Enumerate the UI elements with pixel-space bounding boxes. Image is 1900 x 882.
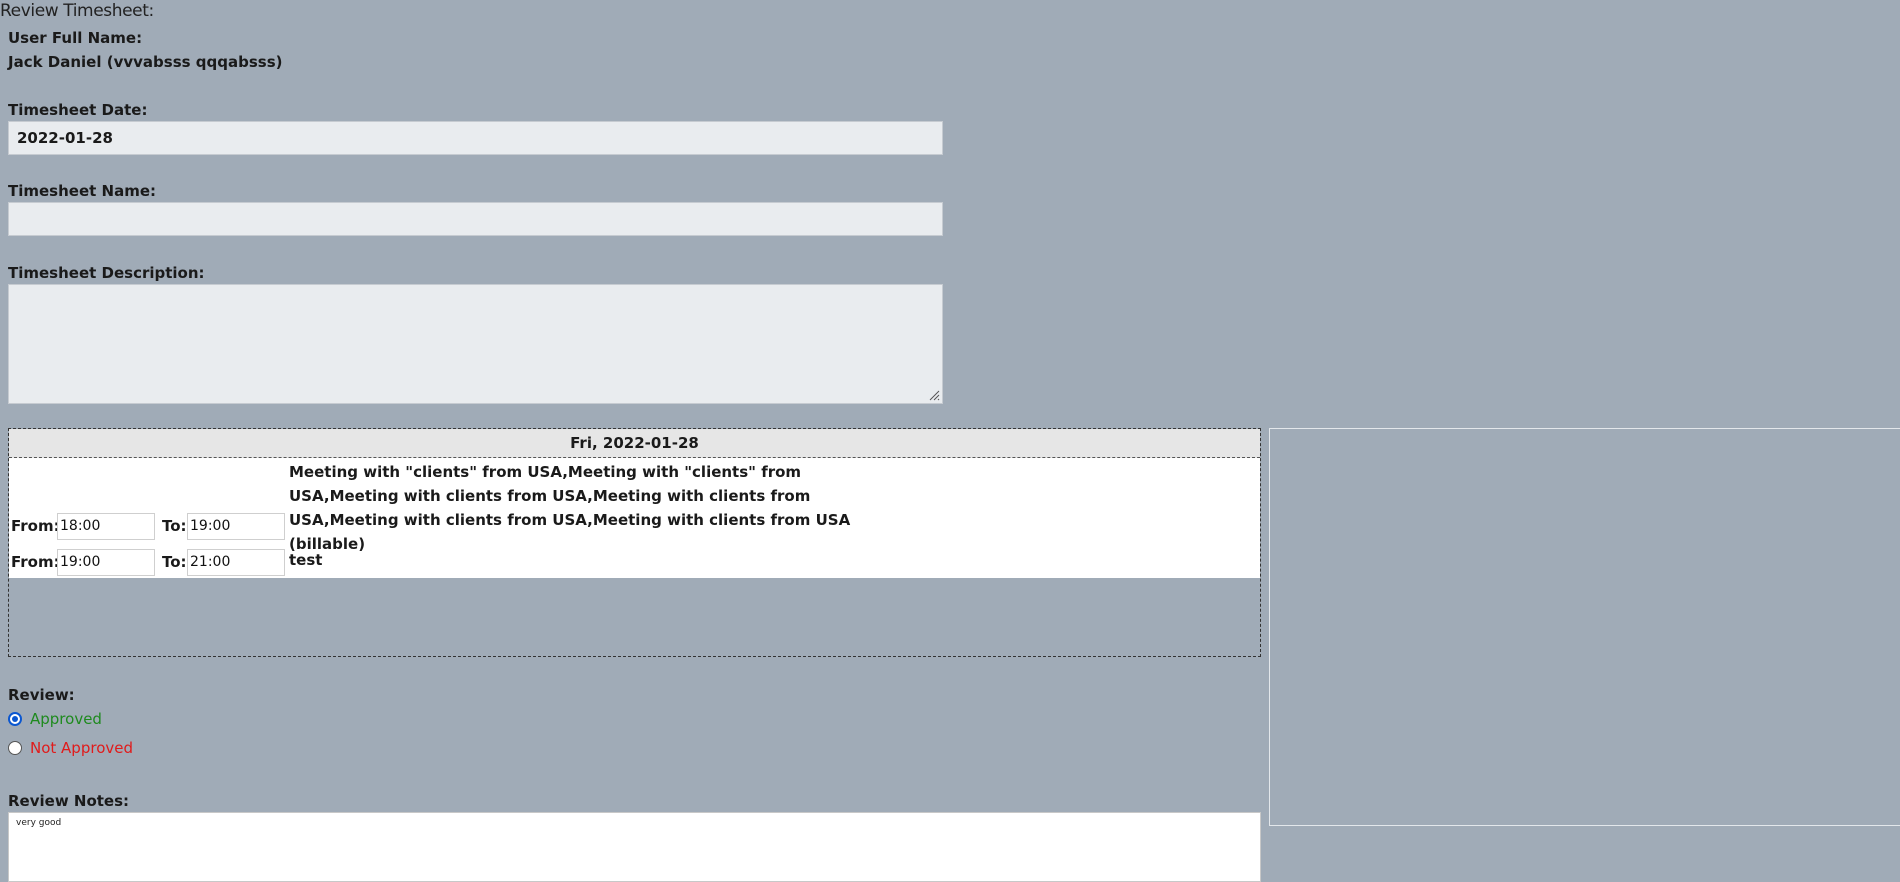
from-label: From:	[11, 517, 60, 535]
day-entries: From: 18:00 To: 19:00 Meeting with "clie…	[9, 458, 1260, 578]
radio-approved[interactable]: Approved	[8, 709, 102, 729]
review-notes-label: Review Notes:	[8, 792, 130, 810]
review-notes-field[interactable]: very good	[8, 812, 1261, 882]
entry-description: test	[289, 551, 323, 569]
to-label: To:	[162, 517, 187, 535]
timesheet-name-label: Timesheet Name:	[8, 182, 157, 200]
day-panel: Fri, 2022-01-28 From: 18:00 To: 19:00 Me…	[8, 428, 1261, 657]
timesheet-description-label: Timesheet Description:	[8, 264, 205, 282]
timesheet-date-label: Timesheet Date:	[8, 101, 148, 119]
from-time-field[interactable]: 19:00	[57, 549, 155, 576]
resize-grip-icon[interactable]	[928, 389, 940, 401]
review-label: Review:	[8, 686, 75, 704]
to-label: To:	[162, 553, 187, 571]
entry-row: From: 18:00 To: 19:00 Meeting with "clie…	[9, 458, 1260, 553]
side-panel	[1269, 428, 1900, 826]
to-time-field[interactable]: 21:00	[187, 549, 285, 576]
timesheet-description-field[interactable]	[8, 284, 943, 404]
page-title: Review Timesheet:	[0, 1, 154, 21]
from-label: From:	[11, 553, 60, 571]
entry-description: Meeting with "clients" from USA,Meeting …	[289, 463, 851, 553]
user-full-name-value: Jack Daniel (vvvabsss qqqabsss)	[8, 53, 283, 71]
radio-approved-label[interactable]: Approved	[30, 710, 102, 728]
user-full-name-label: User Full Name:	[8, 29, 143, 47]
timesheet-name-field[interactable]	[8, 202, 943, 236]
entry-row: From: 19:00 To: 21:00 test	[9, 546, 1260, 578]
radio-not-approved-button[interactable]	[8, 741, 22, 755]
day-header: Fri, 2022-01-28	[9, 429, 1260, 458]
radio-not-approved[interactable]: Not Approved	[8, 738, 133, 758]
from-time-field[interactable]: 18:00	[57, 513, 155, 540]
to-time-field[interactable]: 19:00	[187, 513, 285, 540]
radio-not-approved-label[interactable]: Not Approved	[30, 739, 133, 757]
radio-approved-button[interactable]	[8, 712, 22, 726]
timesheet-date-field[interactable]	[8, 121, 943, 155]
